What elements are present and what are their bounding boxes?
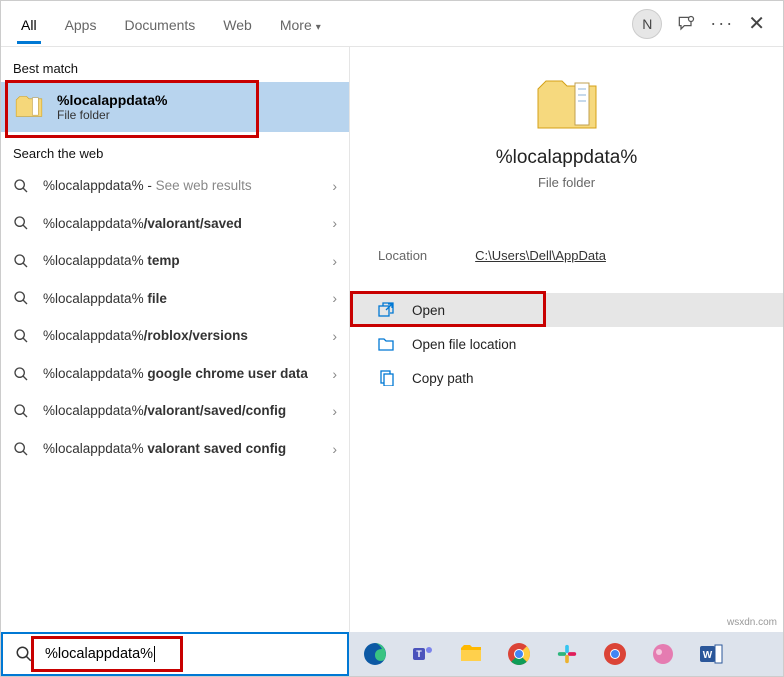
- open-icon: [378, 302, 394, 318]
- chevron-right-icon: ›: [332, 178, 337, 194]
- close-button[interactable]: ✕: [748, 11, 765, 36]
- web-result-label: %localappdata% temp: [43, 252, 332, 270]
- best-match-label: Best match: [1, 47, 349, 82]
- web-result-4[interactable]: %localappdata%/roblox/versions›: [1, 317, 349, 355]
- preview-title: %localappdata%: [350, 147, 783, 169]
- chevron-down-icon: ▾: [316, 22, 321, 33]
- user-avatar[interactable]: N: [632, 9, 662, 39]
- more-options-icon[interactable]: ···: [710, 13, 734, 34]
- web-result-label: %localappdata% google chrome user data: [43, 365, 332, 383]
- action-open-location-label: Open file location: [412, 337, 516, 352]
- action-open-label: Open: [412, 303, 445, 318]
- best-match-title: %localappdata%: [57, 92, 167, 108]
- tab-all[interactable]: All: [7, 5, 51, 43]
- preview-subtitle: File folder: [350, 175, 783, 190]
- web-result-6[interactable]: %localappdata%/valorant/saved/config›: [1, 392, 349, 430]
- results-panel: Best match %localappdata% File folder Se…: [1, 47, 349, 632]
- svg-text:T: T: [416, 649, 422, 659]
- taskbar-app-icon[interactable]: [649, 640, 677, 668]
- best-match-subtitle: File folder: [57, 108, 167, 122]
- search-icon: [13, 328, 29, 344]
- web-result-2[interactable]: %localappdata% temp›: [1, 242, 349, 280]
- search-icon: [13, 253, 29, 269]
- web-result-7[interactable]: %localappdata% valorant saved config›: [1, 430, 349, 468]
- preview-panel: %localappdata% File folder Location C:\U…: [349, 47, 783, 632]
- web-result-label: %localappdata%/roblox/versions: [43, 327, 332, 345]
- taskbar-edge-icon[interactable]: [361, 640, 389, 668]
- tab-apps[interactable]: Apps: [51, 5, 111, 43]
- taskbar: T W: [349, 632, 783, 676]
- taskbar-teams-icon[interactable]: T: [409, 640, 437, 668]
- taskbar-word-icon[interactable]: W: [697, 640, 725, 668]
- web-result-label: %localappdata% valorant saved config: [43, 440, 332, 458]
- taskbar-chrome2-icon[interactable]: [601, 640, 629, 668]
- web-result-label: %localappdata% - See web results: [43, 177, 332, 195]
- search-icon: [13, 366, 29, 382]
- location-link[interactable]: C:\Users\Dell\AppData: [475, 248, 606, 263]
- location-label: Location: [378, 248, 427, 263]
- watermark: wsxdn.com: [727, 617, 777, 628]
- copy-icon: [378, 370, 394, 386]
- search-input-bar[interactable]: %localappdata%: [1, 632, 349, 676]
- search-icon: [13, 441, 29, 457]
- taskbar-explorer-icon[interactable]: [457, 640, 485, 668]
- taskbar-slack-icon[interactable]: [553, 640, 581, 668]
- chevron-right-icon: ›: [332, 328, 337, 344]
- chevron-right-icon: ›: [332, 253, 337, 269]
- web-result-5[interactable]: %localappdata% google chrome user data›: [1, 355, 349, 393]
- web-result-1[interactable]: %localappdata%/valorant/saved›: [1, 205, 349, 243]
- search-icon: [13, 290, 29, 306]
- tab-documents[interactable]: Documents: [110, 5, 209, 43]
- search-filter-tabs: All Apps Documents Web More▾ N ··· ✕: [1, 1, 783, 47]
- folder-icon: [15, 95, 43, 119]
- web-result-label: %localappdata%/valorant/saved: [43, 215, 332, 233]
- feedback-icon[interactable]: [676, 14, 696, 34]
- search-input-text: %localappdata%: [45, 646, 153, 662]
- search-icon: [15, 645, 33, 663]
- search-icon: [13, 178, 29, 194]
- action-copy-path-label: Copy path: [412, 371, 474, 386]
- search-icon: [13, 403, 29, 419]
- chevron-right-icon: ›: [332, 290, 337, 306]
- folder-location-icon: [378, 336, 394, 352]
- taskbar-chrome-icon[interactable]: [505, 640, 533, 668]
- chevron-right-icon: ›: [332, 366, 337, 382]
- best-match-result[interactable]: %localappdata% File folder: [1, 82, 349, 132]
- action-open-location[interactable]: Open file location: [350, 327, 783, 361]
- action-open[interactable]: Open: [350, 293, 783, 327]
- web-result-0[interactable]: %localappdata% - See web results›: [1, 167, 349, 205]
- chevron-right-icon: ›: [332, 403, 337, 419]
- search-icon: [13, 215, 29, 231]
- web-result-3[interactable]: %localappdata% file›: [1, 280, 349, 318]
- tab-web[interactable]: Web: [209, 5, 266, 43]
- web-result-label: %localappdata%/valorant/saved/config: [43, 402, 332, 420]
- chevron-right-icon: ›: [332, 215, 337, 231]
- chevron-right-icon: ›: [332, 441, 337, 457]
- action-copy-path[interactable]: Copy path: [350, 361, 783, 395]
- web-result-label: %localappdata% file: [43, 290, 332, 308]
- svg-text:W: W: [703, 650, 713, 661]
- folder-large-icon: [535, 77, 599, 133]
- text-cursor: [154, 646, 155, 662]
- search-web-label: Search the web: [1, 132, 349, 167]
- tab-more[interactable]: More▾: [266, 5, 335, 43]
